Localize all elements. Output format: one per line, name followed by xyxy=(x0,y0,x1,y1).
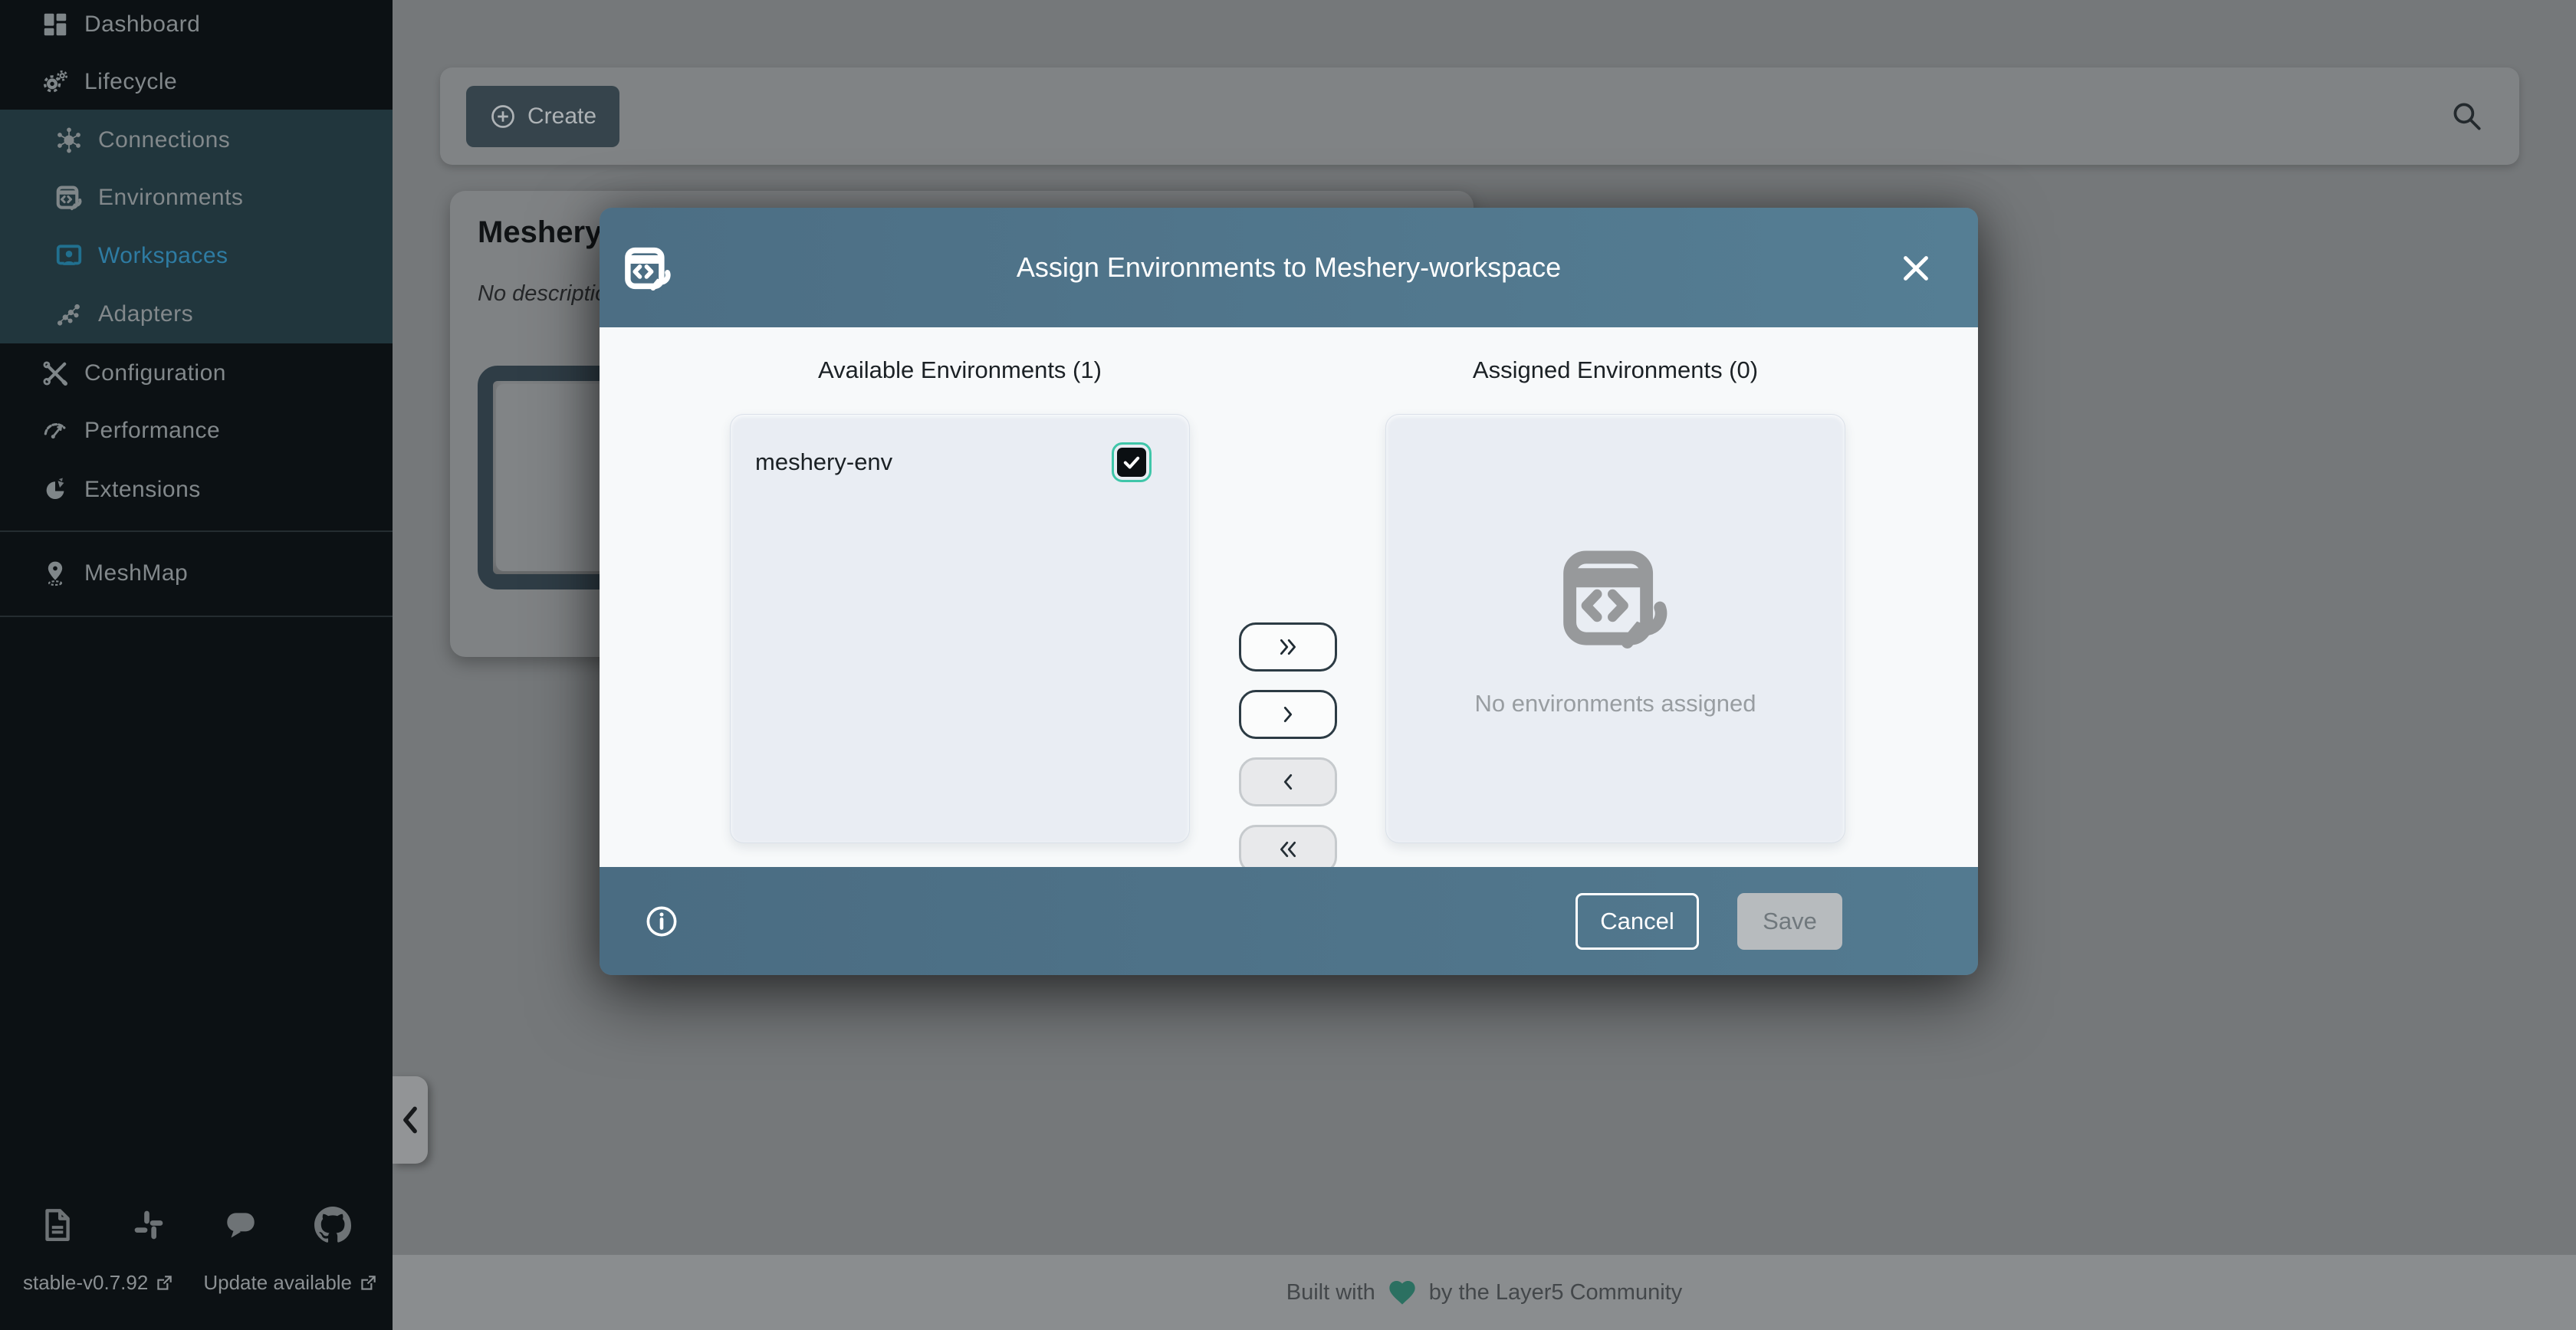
sidebar-item-workspaces[interactable]: Workspaces xyxy=(0,232,393,281)
external-link-icon xyxy=(358,1273,378,1293)
available-environments-panel: meshery-env xyxy=(730,414,1190,843)
chat-icon[interactable] xyxy=(195,1206,287,1244)
sidebar-item-extensions[interactable]: Extensions xyxy=(0,465,393,514)
update-available-link[interactable]: Update available xyxy=(203,1271,378,1295)
sidebar-item-label: MeshMap xyxy=(84,560,188,586)
environment-list-item[interactable]: meshery-env xyxy=(731,415,1189,510)
workspace-card-description: No description xyxy=(478,281,619,307)
chevron-left-icon xyxy=(399,1103,422,1137)
save-button[interactable]: Save xyxy=(1737,893,1842,950)
workspaces-icon xyxy=(54,241,84,271)
slack-icon[interactable] xyxy=(103,1206,195,1244)
heart-icon xyxy=(1386,1277,1418,1308)
empty-state-text: No environments assigned xyxy=(1474,690,1756,718)
assigned-environments-header: Assigned Environments (0) xyxy=(1385,356,1845,384)
workspaces-toolbar: Create xyxy=(440,67,2519,165)
sidebar-item-configuration[interactable]: Configuration xyxy=(0,349,393,398)
sidebar-item-label: Dashboard xyxy=(84,11,200,38)
sidebar-item-adapters[interactable]: Adapters xyxy=(0,290,393,339)
configuration-icon xyxy=(40,358,71,389)
lifecycle-icon xyxy=(40,67,71,97)
close-icon[interactable] xyxy=(1898,251,1934,286)
connections-icon xyxy=(54,125,84,156)
sidebar-item-label: Adapters xyxy=(98,301,193,327)
double-chevron-right-icon xyxy=(1276,635,1300,659)
sidebar: Dashboard Lifecycle xyxy=(0,0,393,1330)
sidebar-item-label: Environments xyxy=(98,185,243,211)
move-all-right-button[interactable] xyxy=(1239,622,1337,672)
external-link-icon xyxy=(154,1273,174,1293)
footer-text-prefix: Built with xyxy=(1286,1280,1375,1305)
move-selected-right-button[interactable] xyxy=(1239,690,1337,739)
modal-footer: Cancel Save xyxy=(600,867,1978,975)
environments-icon xyxy=(1554,540,1677,659)
performance-icon xyxy=(40,415,71,446)
sidebar-divider xyxy=(0,530,393,532)
cancel-button[interactable]: Cancel xyxy=(1576,893,1699,950)
version-label: stable-v0.7.92 xyxy=(23,1271,148,1295)
version-link[interactable]: stable-v0.7.92 xyxy=(23,1271,174,1295)
footer-text-suffix: by the Layer5 Community xyxy=(1429,1280,1682,1305)
sidebar-item-environments[interactable]: Environments xyxy=(0,173,393,222)
check-icon xyxy=(1121,452,1142,473)
chevron-left-icon xyxy=(1276,770,1300,794)
adapters-icon xyxy=(54,299,84,330)
sidebar-item-meshmap[interactable]: MeshMap xyxy=(0,549,393,598)
sidebar-collapse-button[interactable] xyxy=(393,1076,428,1164)
assigned-environments-panel: No environments assigned xyxy=(1385,414,1845,843)
update-available-label: Update available xyxy=(203,1271,352,1295)
sidebar-item-label: Performance xyxy=(84,418,220,444)
sidebar-item-connections[interactable]: Connections xyxy=(0,116,393,165)
chevron-right-icon xyxy=(1276,702,1300,727)
github-icon[interactable] xyxy=(287,1206,379,1244)
info-icon[interactable] xyxy=(644,904,679,939)
double-chevron-left-icon xyxy=(1276,837,1300,862)
dashboard-icon xyxy=(40,9,71,40)
meshery-app: Dashboard Lifecycle xyxy=(0,0,2576,1330)
environment-checkbox[interactable] xyxy=(1117,448,1146,477)
page-footer: Built with by the Layer5 Community xyxy=(393,1255,2576,1330)
sidebar-item-label: Workspaces xyxy=(98,243,228,269)
sidebar-item-label: Configuration xyxy=(84,360,226,386)
modal-header: Assign Environments to Meshery-workspace xyxy=(600,208,1978,327)
available-environments-header: Available Environments (1) xyxy=(730,356,1190,384)
sidebar-item-label: Connections xyxy=(98,127,230,153)
extensions-icon xyxy=(40,475,71,505)
sidebar-divider xyxy=(0,616,393,617)
doc-icon[interactable] xyxy=(11,1206,103,1244)
create-button-label: Create xyxy=(527,103,596,130)
move-selected-left-button[interactable] xyxy=(1239,757,1337,806)
create-workspace-button[interactable]: Create xyxy=(466,86,619,147)
meshmap-icon xyxy=(40,558,71,589)
empty-state: No environments assigned xyxy=(1386,415,1845,842)
plus-circle-icon xyxy=(489,103,517,130)
sidebar-item-dashboard[interactable]: Dashboard xyxy=(0,0,393,49)
sidebar-bottom-links xyxy=(0,1200,393,1250)
modal-body: Available Environments (1) Assigned Envi… xyxy=(600,327,1978,867)
modal-title: Assign Environments to Meshery-workspace xyxy=(600,208,1978,327)
environment-name: meshery-env xyxy=(755,448,892,476)
search-icon[interactable] xyxy=(2447,97,2486,135)
environments-icon xyxy=(54,182,84,213)
sidebar-item-performance[interactable]: Performance xyxy=(0,406,393,455)
sidebar-item-lifecycle[interactable]: Lifecycle xyxy=(0,57,393,107)
version-row: stable-v0.7.92 Update available xyxy=(0,1271,393,1295)
assign-environments-modal: Assign Environments to Meshery-workspace… xyxy=(600,208,1978,975)
sidebar-item-label: Lifecycle xyxy=(84,69,177,95)
sidebar-item-label: Extensions xyxy=(84,477,201,503)
